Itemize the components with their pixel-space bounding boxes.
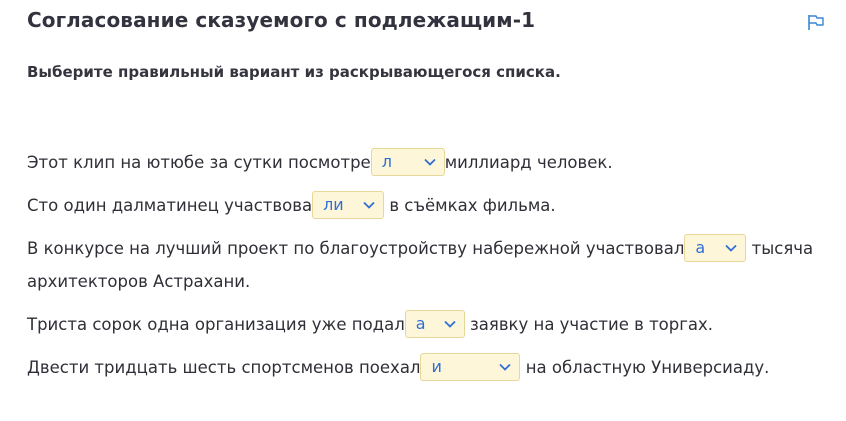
dropdown-selected-value: и — [431, 357, 442, 376]
sentence-text-before: Триста сорок одна организация уже подал — [27, 315, 405, 334]
answer-dropdown-3[interactable]: а — [684, 233, 747, 262]
chevron-down-icon — [363, 201, 375, 209]
sentence-text-after: миллиард человек. — [444, 153, 613, 172]
dropdown-selected-value: ли — [323, 195, 344, 214]
answer-dropdown-2[interactable]: ли — [312, 190, 385, 219]
sentence-text-before: Сто один далматинец участвова — [27, 196, 313, 215]
instruction-text: Выберите правильный вариант из раскрываю… — [27, 63, 561, 81]
sentence-list: Этот клип на ютюбе за сутки посмотре л мил… — [27, 146, 827, 394]
sentence-text-before: Этот клип на ютюбе за сутки посмотре — [27, 153, 371, 172]
sentence-text-after: в съёмках фильма. — [389, 196, 556, 215]
answer-dropdown-5[interactable]: и — [420, 352, 521, 381]
sentence-2: Сто один далматинец участвова ли в съёмка… — [27, 189, 827, 222]
sentence-3: В конкурсе на лучший проект по благоустр… — [27, 232, 827, 298]
sentence-1: Этот клип на ютюбе за сутки посмотре л мил… — [27, 146, 827, 179]
chevron-down-icon — [499, 363, 512, 371]
sentence-5: Двести тридцать шесть спортсменов поехал… — [27, 351, 827, 384]
answer-dropdown-1[interactable]: л — [370, 147, 445, 176]
chevron-down-icon — [424, 158, 436, 166]
dropdown-selected-value: а — [415, 314, 426, 333]
sentence-text-after: заявку на участие в торгах. — [470, 315, 714, 334]
sentence-text-before: Двести тридцать шесть спортсменов поехал — [27, 358, 421, 377]
flag-icon[interactable] — [806, 12, 826, 32]
chevron-down-icon — [444, 320, 456, 328]
answer-dropdown-4[interactable]: а — [404, 309, 465, 338]
page-title: Согласование сказуемого с подлежащим-1 — [27, 8, 536, 32]
sentence-text-after: на областную Универсиаду. — [525, 358, 770, 377]
dropdown-selected-value: а — [695, 238, 706, 257]
sentence-4: Триста сорок одна организация уже подал а… — [27, 308, 827, 341]
chevron-down-icon — [725, 244, 738, 252]
dropdown-selected-value: л — [381, 152, 392, 171]
sentence-text-before: В конкурсе на лучший проект по благоустр… — [27, 239, 685, 258]
